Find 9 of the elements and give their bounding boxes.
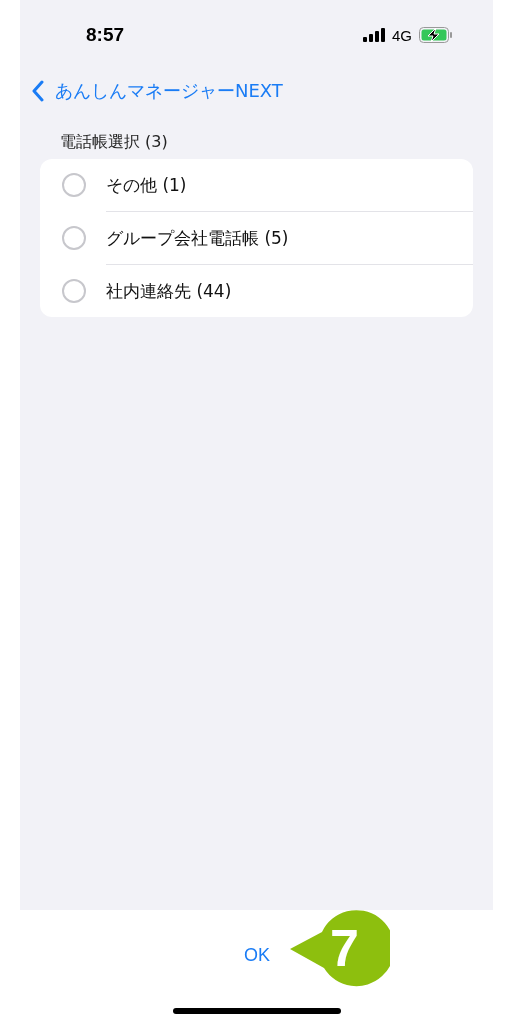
status-time: 8:57 xyxy=(86,24,125,46)
step-number: 7 xyxy=(330,918,359,978)
network-label: 4G xyxy=(392,26,412,44)
section-header: 電話帳選択 (3) xyxy=(60,132,169,153)
back-button[interactable]: あんしんマネージャーNEXT xyxy=(55,79,283,103)
option-label[interactable]: グループ会社電話帳 (5) xyxy=(106,226,289,250)
option-label[interactable]: その他 (1) xyxy=(106,173,187,197)
ok-button[interactable]: OK xyxy=(238,940,276,970)
option-label[interactable]: 社内連絡先 (44) xyxy=(106,279,232,303)
